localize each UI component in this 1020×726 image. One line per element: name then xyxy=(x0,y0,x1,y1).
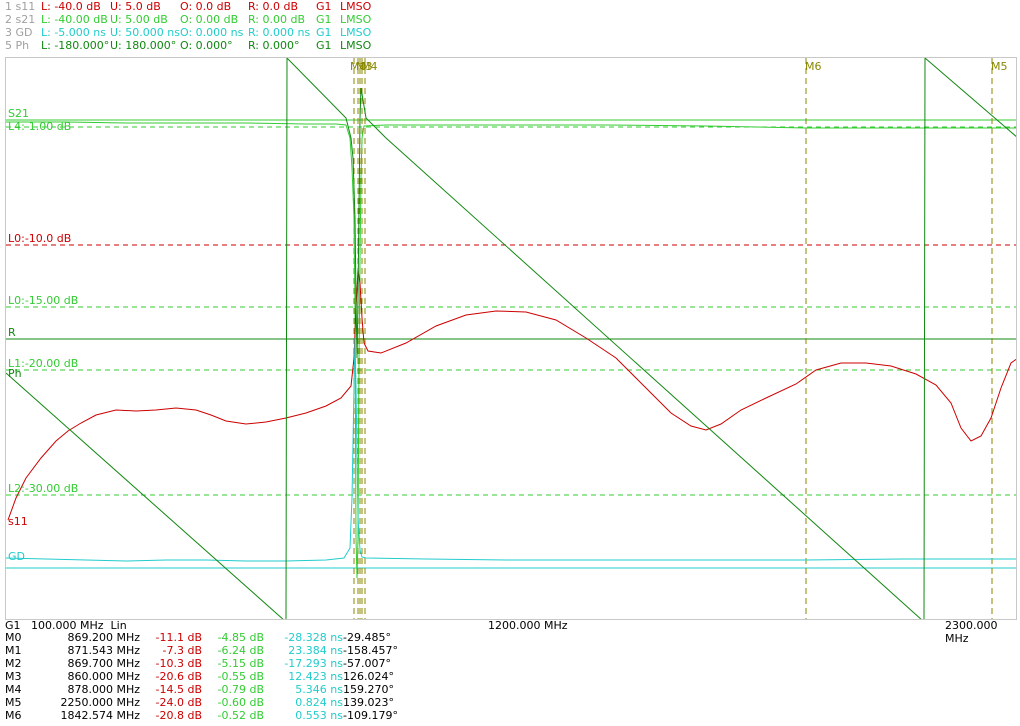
marker-table-cell-f: 2250.000 MHz xyxy=(60,696,140,709)
plot-area[interactable]: S21 L4:-1.00 dB L0:-10.0 dB L0:-15.00 dB… xyxy=(5,57,1017,620)
marker-table-row[interactable]: M4 878.000 MHz -14.5 dB -0.79 dB 5.346 ns 159… xyxy=(0,683,1020,696)
trace-row-s21[interactable]: 2 s21 L: -40.00 dB U: 5.00 dB O: 0.00 dB… xyxy=(5,13,371,26)
trace-ref: R: 0.000 ns xyxy=(248,26,311,39)
trace-lower: L: -40.0 dB xyxy=(41,0,101,13)
trace-index: 1 s11 xyxy=(5,0,36,13)
trace-index: 3 GD xyxy=(5,26,33,39)
trace-offset: O: 0.0 dB xyxy=(180,0,232,13)
trace-gd xyxy=(6,337,1016,562)
marker-table-cell-s21: -4.85 dB xyxy=(217,631,265,644)
trace-offset: O: 0.000° xyxy=(180,39,233,52)
marker-table-cell-ph: -57.007° xyxy=(343,657,391,670)
marker-table-cell-ph: -29.485° xyxy=(343,631,391,644)
trace-ref: R: 0.000° xyxy=(248,39,300,52)
marker-table-cell-s11: -7.3 dB xyxy=(162,644,203,657)
marker-table-cell-gd: -17.293 ns xyxy=(284,657,343,670)
marker-table-cell-s21: -0.55 dB xyxy=(217,670,265,683)
marker-table-cell-ph: -158.457° xyxy=(343,644,398,657)
trace-upper: U: 180.000° xyxy=(110,39,177,52)
marker-table-row[interactable]: M1 871.543 MHz -7.3 dB -6.24 dB 23.384 ns -15… xyxy=(0,644,1020,657)
tag-ph: Ph xyxy=(8,367,22,380)
marker-table-cell-gd: 0.553 ns xyxy=(295,709,343,722)
marker-table-cell-ph: 159.270° xyxy=(343,683,394,696)
marker-label-m6[interactable]: M6 xyxy=(805,60,822,73)
marker-table-cell-gd: 0.824 ns xyxy=(295,696,343,709)
marker-label-m5[interactable]: M5 xyxy=(991,60,1008,73)
marker-table-cell-s11: -14.5 dB xyxy=(155,683,203,696)
limit-label-l0-s21: L0:-15.00 dB xyxy=(8,294,79,307)
trace-lower: L: -40.00 dB xyxy=(41,13,108,26)
trace-row-gd[interactable]: 3 GD L: -5.000 ns U: 50.000 ns O: 0.000 … xyxy=(5,26,371,39)
marker-table-cell-s21: -5.15 dB xyxy=(217,657,265,670)
tag-s21: S21 xyxy=(8,107,29,120)
trace-offset: O: 0.000 ns xyxy=(180,26,244,39)
marker-table-cell-ph: -109.179° xyxy=(343,709,398,722)
marker-table-cell-s21: -0.60 dB xyxy=(217,696,265,709)
marker-table-cell-f: 869.700 MHz xyxy=(67,657,140,670)
trace-group: G1 xyxy=(316,0,332,13)
marker-table-cell-s11: -10.3 dB xyxy=(155,657,203,670)
marker-table-cell-f: 871.543 MHz xyxy=(67,644,140,657)
trace-offset: O: 0.00 dB xyxy=(180,13,239,26)
trace-index: 5 Ph xyxy=(5,39,30,52)
trace-ref: R: 0.00 dB xyxy=(248,13,306,26)
trace-upper: U: 5.00 dB xyxy=(110,13,168,26)
marker-table-cell-f: 860.000 MHz xyxy=(67,670,140,683)
marker-table-cell-s11: -11.1 dB xyxy=(155,631,203,644)
trace-group: G1 xyxy=(316,13,332,26)
trace-group: G1 xyxy=(316,26,332,39)
limit-label-l0-s11: L0:-10.0 dB xyxy=(8,232,72,245)
marker-table-cell-s21: -0.52 dB xyxy=(217,709,265,722)
marker-table-row[interactable]: M2 869.700 MHz -10.3 dB -5.15 dB -17.293 ns -… xyxy=(0,657,1020,670)
trace-row-s11[interactable]: 1 s11 L: -40.0 dB U: 5.0 dB O: 0.0 dB R:… xyxy=(5,0,371,13)
trace-mode: LMSO xyxy=(340,0,372,13)
limit-label-l2: L2:-30.00 dB xyxy=(8,482,79,495)
limit-label-l4: L4:-1.00 dB xyxy=(8,120,72,133)
marker-table-row[interactable]: M5 2250.000 MHz -24.0 dB -0.60 dB 0.824 ns 13… xyxy=(0,696,1020,709)
tag-gd: GD xyxy=(8,550,25,563)
trace-mode: LMSO xyxy=(340,13,372,26)
marker-table-cell-s21: -6.24 dB xyxy=(217,644,265,657)
marker-table-cell-f: 1842.574 MHz xyxy=(60,709,140,722)
marker-table-cell-gd: -28.328 ns xyxy=(284,631,343,644)
trace-upper: U: 5.0 dB xyxy=(110,0,161,13)
marker-table-cell-f: 869.200 MHz xyxy=(67,631,140,644)
marker-table-cell-gd: 5.346 ns xyxy=(295,683,343,696)
marker-table-cell-s11: -24.0 dB xyxy=(155,696,203,709)
plot-svg xyxy=(6,58,1016,619)
trace-index: 2 s21 xyxy=(5,13,36,26)
trace-row-ph[interactable]: 5 Ph L: -180.000° U: 180.000° O: 0.000° … xyxy=(5,39,371,52)
marker-table-cell-ph: 126.024° xyxy=(343,670,394,683)
trace-mode: LMSO xyxy=(340,39,372,52)
marker-table-cell-s11: -20.6 dB xyxy=(155,670,203,683)
marker-table-row[interactable]: M3 860.000 MHz -20.6 dB -0.55 dB 12.423 ns 12… xyxy=(0,670,1020,683)
marker-table-cell-f: 878.000 MHz xyxy=(67,683,140,696)
marker-table-cell-gd: 12.423 ns xyxy=(288,670,343,683)
marker-table-cell-ph: 139.023° xyxy=(343,696,394,709)
marker-table-cell-s21: -0.79 dB xyxy=(217,683,265,696)
tag-r: R xyxy=(8,326,16,339)
marker-table-cell-s11: -20.8 dB xyxy=(155,709,203,722)
marker-table-row[interactable]: M0 869.200 MHz -11.1 dB -4.85 dB -28.328 ns -… xyxy=(0,631,1020,644)
marker-table-row[interactable]: M6 1842.574 MHz -20.8 dB -0.52 dB 0.553 ns -1… xyxy=(0,709,1020,722)
tag-s11: s11 xyxy=(8,515,28,528)
trace-lower: L: -180.000° xyxy=(41,39,110,52)
trace-upper: U: 50.000 ns xyxy=(110,26,180,39)
marker-table-cell-gd: 23.384 ns xyxy=(288,644,343,657)
trace-ref: R: 0.0 dB xyxy=(248,0,299,13)
marker-label-m4[interactable]: M4 xyxy=(361,60,378,73)
trace-s21 xyxy=(6,121,1016,579)
trace-group: G1 xyxy=(316,39,332,52)
trace-mode: LMSO xyxy=(340,26,372,39)
trace-lower: L: -5.000 ns xyxy=(41,26,106,39)
